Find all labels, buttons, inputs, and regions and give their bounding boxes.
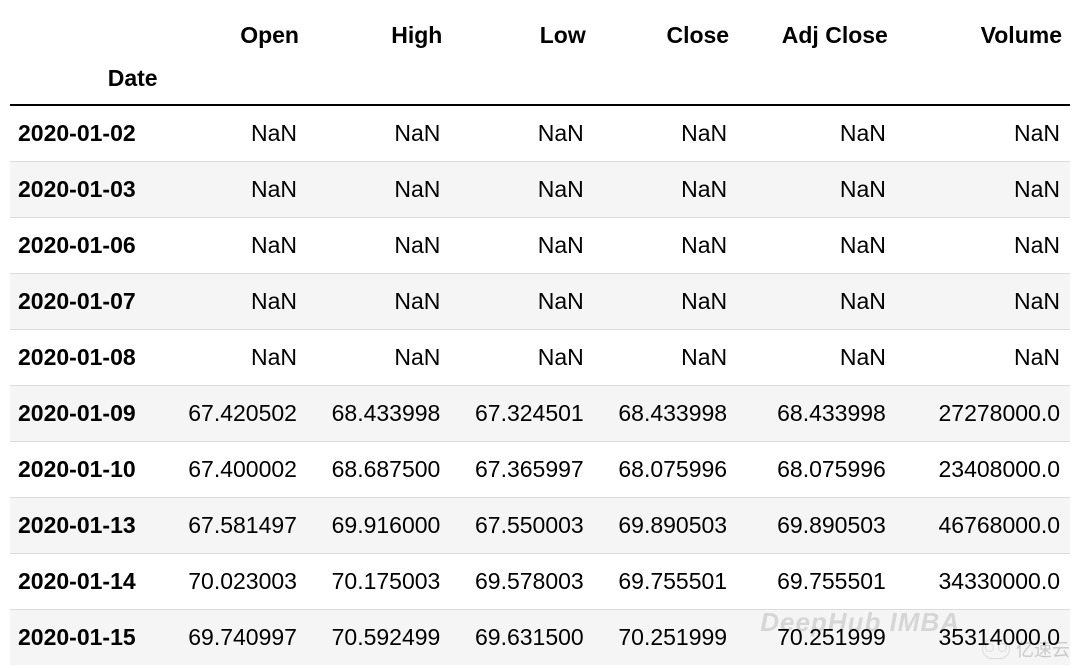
value-cell: NaN <box>450 162 593 218</box>
value-cell: 70.592499 <box>307 610 450 666</box>
col-high: High <box>307 10 450 65</box>
value-cell: NaN <box>594 274 737 330</box>
value-cell: NaN <box>896 330 1070 386</box>
value-cell: NaN <box>307 162 450 218</box>
date-cell: 2020-01-02 <box>10 105 164 162</box>
value-cell: 69.740997 <box>164 610 307 666</box>
value-cell: 68.075996 <box>594 442 737 498</box>
value-cell: NaN <box>594 162 737 218</box>
value-cell: NaN <box>307 105 450 162</box>
value-cell: 68.433998 <box>307 386 450 442</box>
table-head: Open High Low Close Adj Close Volume Dat… <box>10 10 1070 105</box>
value-cell: NaN <box>594 105 737 162</box>
value-cell: 70.175003 <box>307 554 450 610</box>
table-row: 2020-01-08NaNNaNNaNNaNNaNNaN <box>10 330 1070 386</box>
value-cell: 69.631500 <box>450 610 593 666</box>
date-cell: 2020-01-03 <box>10 162 164 218</box>
value-cell: 68.687500 <box>307 442 450 498</box>
table-row: 2020-01-02NaNNaNNaNNaNNaNNaN <box>10 105 1070 162</box>
value-cell: 67.324501 <box>450 386 593 442</box>
value-cell: NaN <box>450 105 593 162</box>
date-cell: 2020-01-09 <box>10 386 164 442</box>
value-cell: NaN <box>307 274 450 330</box>
value-cell: 70.023003 <box>164 554 307 610</box>
value-cell: NaN <box>594 218 737 274</box>
table-row: 2020-01-1470.02300370.17500369.57800369.… <box>10 554 1070 610</box>
value-cell: NaN <box>307 330 450 386</box>
value-cell: NaN <box>164 218 307 274</box>
value-cell: 69.916000 <box>307 498 450 554</box>
value-cell: NaN <box>164 274 307 330</box>
value-cell: NaN <box>896 105 1070 162</box>
value-cell: NaN <box>896 218 1070 274</box>
value-cell: 69.890503 <box>737 498 896 554</box>
value-cell: 27278000.0 <box>896 386 1070 442</box>
value-cell: NaN <box>594 330 737 386</box>
value-cell: NaN <box>737 218 896 274</box>
table-row: 2020-01-1067.40000268.68750067.36599768.… <box>10 442 1070 498</box>
value-cell: NaN <box>450 218 593 274</box>
value-cell: 67.581497 <box>164 498 307 554</box>
date-cell: 2020-01-07 <box>10 274 164 330</box>
value-cell: NaN <box>164 162 307 218</box>
value-cell: NaN <box>450 274 593 330</box>
value-cell: 23408000.0 <box>896 442 1070 498</box>
date-cell: 2020-01-06 <box>10 218 164 274</box>
value-cell: 46768000.0 <box>896 498 1070 554</box>
value-cell: 67.400002 <box>164 442 307 498</box>
value-cell: NaN <box>164 330 307 386</box>
value-cell: NaN <box>450 330 593 386</box>
table-row: 2020-01-07NaNNaNNaNNaNNaNNaN <box>10 274 1070 330</box>
watermark-secondary-text: 亿速云 <box>1016 636 1070 662</box>
table-row: 2020-01-1367.58149769.91600067.55000369.… <box>10 498 1070 554</box>
date-cell: 2020-01-10 <box>10 442 164 498</box>
value-cell: 68.433998 <box>737 386 896 442</box>
value-cell: NaN <box>307 218 450 274</box>
date-cell: 2020-01-13 <box>10 498 164 554</box>
table-body: 2020-01-02NaNNaNNaNNaNNaNNaN2020-01-03Na… <box>10 105 1070 665</box>
col-low: Low <box>450 10 593 65</box>
value-cell: 34330000.0 <box>896 554 1070 610</box>
value-cell: NaN <box>737 330 896 386</box>
value-cell: 67.550003 <box>450 498 593 554</box>
col-close: Close <box>594 10 737 65</box>
index-name: Date <box>10 65 164 105</box>
table-row: 2020-01-06NaNNaNNaNNaNNaNNaN <box>10 218 1070 274</box>
value-cell: 70.251999 <box>594 610 737 666</box>
col-volume: Volume <box>896 10 1070 65</box>
value-cell: 69.578003 <box>450 554 593 610</box>
value-cell: 69.755501 <box>737 554 896 610</box>
value-cell: NaN <box>737 162 896 218</box>
table-row: 2020-01-0967.42050268.43399867.32450168.… <box>10 386 1070 442</box>
value-cell: 67.420502 <box>164 386 307 442</box>
data-table: Open High Low Close Adj Close Volume Dat… <box>10 10 1070 665</box>
value-cell: NaN <box>164 105 307 162</box>
value-cell: 67.365997 <box>450 442 593 498</box>
date-cell: 2020-01-14 <box>10 554 164 610</box>
col-adjclose: Adj Close <box>737 10 896 65</box>
watermark-primary: DeepHub IMBA <box>760 607 960 638</box>
value-cell: 69.755501 <box>594 554 737 610</box>
table-row: 2020-01-03NaNNaNNaNNaNNaNNaN <box>10 162 1070 218</box>
value-cell: NaN <box>737 105 896 162</box>
value-cell: 68.075996 <box>737 442 896 498</box>
date-cell: 2020-01-15 <box>10 610 164 666</box>
value-cell: NaN <box>896 274 1070 330</box>
cloud-icon <box>982 639 1010 659</box>
value-cell: 68.433998 <box>594 386 737 442</box>
value-cell: NaN <box>896 162 1070 218</box>
date-cell: 2020-01-08 <box>10 330 164 386</box>
watermark-secondary: 亿速云 <box>982 636 1070 662</box>
value-cell: NaN <box>737 274 896 330</box>
col-open: Open <box>164 10 307 65</box>
value-cell: 69.890503 <box>594 498 737 554</box>
